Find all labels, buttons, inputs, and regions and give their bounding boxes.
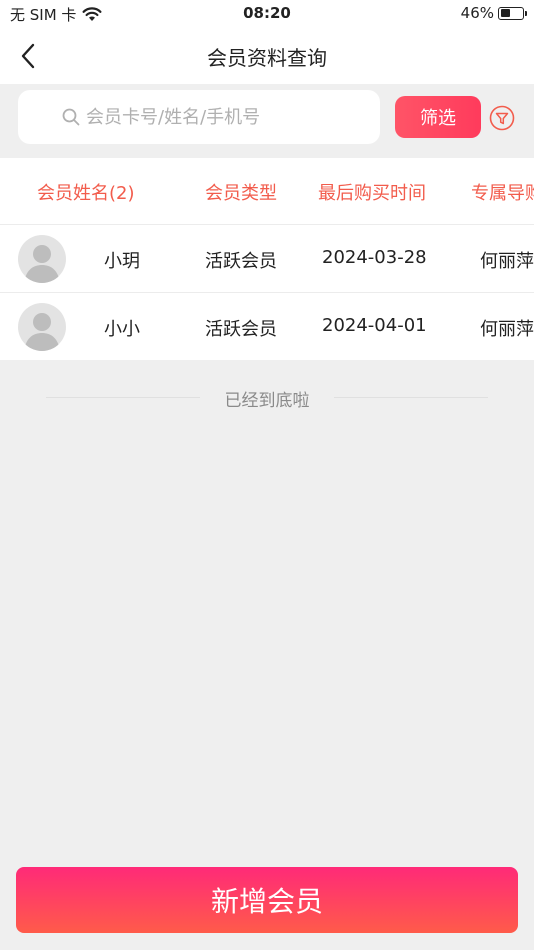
header-member-type[interactable]: 会员类型 [205,179,277,205]
header-exclusive-guide[interactable]: 专属导购 [471,179,534,205]
exclusive-guide: 何丽萍 [480,319,534,340]
avatar [18,303,66,351]
member-name: 小玥 [104,251,140,272]
end-of-list-text: 已经到底啦 [224,391,310,411]
user-icon [24,245,60,283]
search-row: 筛选 [0,84,534,158]
status-right: 46% [460,4,527,22]
page-title: 会员资料查询 [207,46,327,70]
nav-bar: 会员资料查询 [0,28,534,84]
filter-button[interactable]: 筛选 [395,96,481,138]
user-icon [24,313,60,351]
member-name: 小小 [104,319,140,340]
member-type: 活跃会员 [205,251,277,272]
filter-funnel-icon[interactable] [489,105,515,131]
table-header: 会员姓名(2) 会员类型 最后购买时间 专属导购 [0,158,534,224]
battery-percent: 46% [460,4,494,22]
battery-icon [498,6,527,20]
status-time: 08:20 [243,4,291,22]
header-member-name[interactable]: 会员姓名(2) [37,179,135,205]
divider-right [334,397,488,398]
status-bar: 无 SIM 卡 08:20 46% [0,0,534,28]
header-last-purchase[interactable]: 最后购买时间 [318,179,426,205]
table-row[interactable]: 小小 活跃会员 2024-04-01 何丽萍 [0,292,534,360]
last-purchase-date: 2024-04-01 [322,315,427,336]
battery-fill [500,9,511,17]
screen: 无 SIM 卡 08:20 46% 会员资料查询 会员卡号/姓名/手机号 筛选 … [0,0,534,950]
search-icon [62,108,80,126]
table-row[interactable]: 小玥 活跃会员 2024-03-28 何丽萍 [0,224,534,292]
avatar [18,235,66,283]
search-input[interactable] [86,100,366,134]
end-of-list: 已经到底啦 [0,384,534,411]
last-purchase-date: 2024-03-28 [322,247,427,268]
search-box[interactable] [18,90,380,144]
exclusive-guide: 何丽萍 [480,251,534,272]
add-member-button[interactable]: 新增会员 [16,867,518,933]
member-type: 活跃会员 [205,319,277,340]
member-list: 小玥 活跃会员 2024-03-28 何丽萍 小小 活跃会员 2024-04-0… [0,224,534,360]
